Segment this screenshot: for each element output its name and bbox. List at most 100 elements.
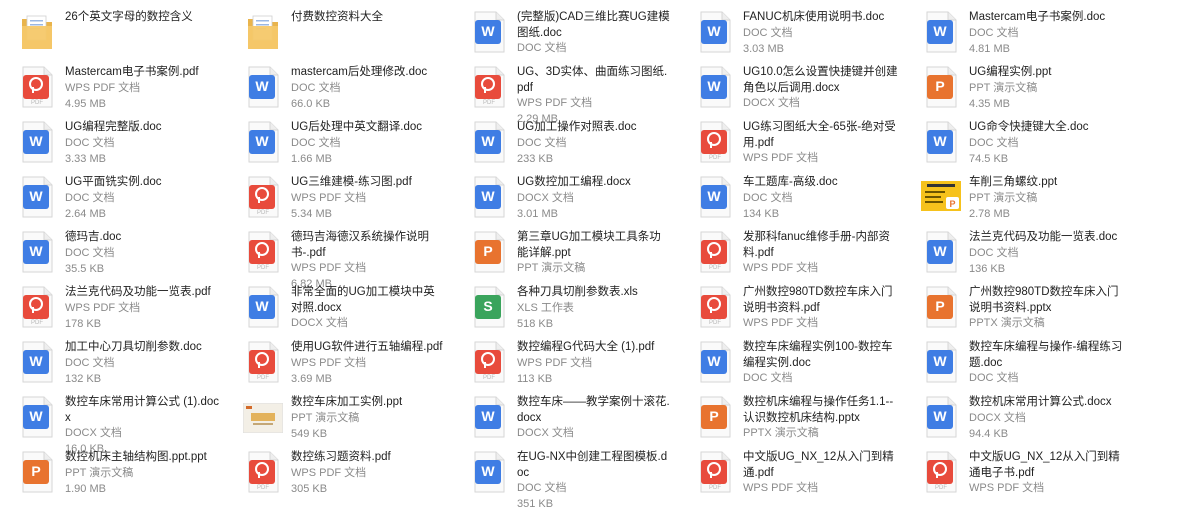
file-name: 非常全面的UG加工模块中英对照.docx [291, 286, 435, 314]
pdf-icon: PDF [698, 451, 732, 493]
ppt-icon: P [924, 286, 958, 328]
file-item[interactable]: PDF 中文版UG_NX_12从入门到精通.pdf WPS PDF 文档 [678, 446, 898, 502]
file-item[interactable]: W 加工中心刀具切削参数.doc DOC 文档 132 KB [0, 336, 220, 392]
file-item[interactable]: P 数控机床编程与操作任务1.1--认识数控机床结构.pptx PPTX 演示文稿 [678, 391, 898, 447]
svg-text:PDF: PDF [709, 320, 721, 326]
pdf-icon: PDF [472, 341, 506, 383]
file-name: UG平面铣实例.doc [65, 176, 162, 188]
svg-text:P: P [935, 78, 944, 94]
svg-text:PDF: PDF [483, 375, 495, 381]
pdf-icon: PDF [698, 286, 732, 328]
svg-text:P: P [709, 408, 718, 424]
svg-text:P: P [935, 298, 944, 314]
file-item[interactable]: W 数控车床——教学案例十滚花.docx DOCX 文档 [452, 391, 672, 447]
file-item[interactable]: PDF Mastercam电子书案例.pdf WPS PDF 文档 4.95 MB [0, 61, 220, 117]
ppt-thumbnail-icon: P [921, 181, 961, 223]
file-item[interactable]: W 数控车床常用计算公式 (1).docx DOCX 文档 16.0 KB [0, 391, 220, 455]
folder-icon [20, 11, 54, 53]
file-name: 车工题库-高级.doc [743, 176, 838, 188]
file-item[interactable]: S 各种刀具切削参数表.xls XLS 工作表 518 KB [452, 281, 672, 337]
file-item[interactable]: W FANUC机床使用说明书.doc DOC 文档 3.03 MB [678, 6, 898, 62]
file-name: 数控机床主轴结构图.ppt.ppt [65, 451, 207, 463]
pdf-icon: PDF [20, 66, 54, 108]
file-item[interactable]: W UG后处理中英文翻译.doc DOC 文档 1.66 MB [226, 116, 446, 172]
file-item[interactable]: P 广州数控980TD数控车床入门说明书资料.pptx PPTX 演示文稿 [904, 281, 1124, 337]
file-name: 德玛吉.doc [65, 231, 122, 243]
doc-icon: W [20, 396, 54, 438]
file-type: DOC 文档 [969, 27, 1019, 39]
file-name: UG练习图纸大全-65张-绝对受用.pdf [743, 121, 896, 149]
file-type: DOCX 文档 [743, 97, 800, 109]
file-item[interactable]: PDF UG练习图纸大全-65张-绝对受用.pdf WPS PDF 文档 [678, 116, 898, 172]
file-item[interactable]: Wmastercam后处理修改.doc DOC 文档 66.0 KB [226, 61, 446, 117]
file-item[interactable]: W UG10.0怎么设置快捷键并创建角色以后调用.docx DOCX 文档 [678, 61, 898, 117]
svg-text:W: W [29, 133, 43, 149]
file-size: 4.35 MB [969, 97, 1010, 110]
file-item[interactable]: W 数控车床编程与操作-编程练习题.doc DOC 文档 [904, 336, 1124, 392]
file-item[interactable]: W 数控机床常用计算公式.docx DOCX 文档 94.4 KB [904, 391, 1124, 447]
file-item[interactable]: P 第三章UG加工模块工具条功能详解.ppt PPT 演示文稿 [452, 226, 672, 282]
file-item[interactable]: PDF 数控编程G代码大全 (1).pdf WPS PDF 文档 113 KB [452, 336, 672, 392]
file-item[interactable]: W (完整版)CAD三维比赛UG建模图纸.doc DOC 文档 [452, 6, 672, 62]
file-item[interactable]: 26个英文字母的数控含义 [0, 6, 220, 62]
file-type: WPS PDF 文档 [291, 262, 367, 274]
file-size: 35.5 KB [65, 262, 105, 275]
file-name: UG命令快捷键大全.doc [969, 121, 1089, 133]
file-name: 德玛吉海德汉系统操作说明书-.pdf [291, 231, 429, 259]
file-size: 4.81 MB [969, 42, 1010, 55]
file-item[interactable]: W UG编程完整版.doc DOC 文档 3.33 MB [0, 116, 220, 172]
svg-text:PDF: PDF [483, 100, 495, 106]
file-type: WPS PDF 文档 [291, 357, 367, 369]
file-item[interactable]: W Mastercam电子书案例.doc DOC 文档 4.81 MB [904, 6, 1124, 62]
file-item[interactable]: W 法兰克代码及功能一览表.doc DOC 文档 136 KB [904, 226, 1124, 282]
file-item[interactable]: PDF 广州数控980TD数控车床入门说明书资料.pdf WPS PDF 文档 [678, 281, 898, 337]
file-item[interactable]: PDF 法兰克代码及功能一览表.pdf WPS PDF 文档 178 KB [0, 281, 220, 337]
file-type: WPS PDF 文档 [517, 357, 593, 369]
file-item[interactable]: W UG数控加工编程.docx DOCX 文档 3.01 MB [452, 171, 672, 227]
file-size: 233 KB [517, 152, 554, 165]
file-type: PPT 演示文稿 [969, 82, 1038, 94]
file-item[interactable]: W UG命令快捷键大全.doc DOC 文档 74.5 KB [904, 116, 1124, 172]
file-name: 各种刀具切削参数表.xls [517, 286, 638, 298]
file-size: 2.64 MB [65, 207, 106, 220]
file-size: 351 KB [517, 497, 554, 510]
file-item[interactable]: W 非常全面的UG加工模块中英对照.docx DOCX 文档 [226, 281, 446, 337]
file-type: PPT 演示文稿 [65, 467, 134, 479]
file-item[interactable]: W 在UG-NX中创建工程图模板.doc DOC 文档 351 KB [452, 446, 672, 510]
file-type: WPS PDF 文档 [65, 302, 141, 314]
doc-icon: W [472, 11, 506, 53]
file-item[interactable]: PDF 德玛吉海德汉系统操作说明书-.pdf WPS PDF 文档 6.82 MB [226, 226, 446, 290]
file-size: 132 KB [65, 372, 102, 385]
file-item[interactable]: P 数控机床主轴结构图.ppt.ppt PPT 演示文稿 1.90 MB [0, 446, 220, 502]
file-name: Mastercam电子书案例.doc [969, 11, 1106, 23]
pdf-icon: PDF [246, 451, 280, 493]
file-type: DOC 文档 [291, 82, 341, 94]
file-item[interactable]: W UG平面铣实例.doc DOC 文档 2.64 MB [0, 171, 220, 227]
file-item[interactable]: W 车工题库-高级.doc DOC 文档 134 KB [678, 171, 898, 227]
file-item[interactable]: PDF 中文版UG_NX_12从入门到精通电子书.pdf WPS PDF 文档 [904, 446, 1124, 502]
file-name: 车削三角螺纹.ppt [969, 176, 1058, 188]
file-type: DOC 文档 [517, 482, 567, 494]
file-size: 3.01 MB [517, 207, 558, 220]
file-type: WPS PDF 文档 [517, 97, 593, 109]
file-type: DOC 文档 [65, 357, 115, 369]
file-item[interactable]: PDF 数控练习题资料.pdf WPS PDF 文档 305 KB [226, 446, 446, 502]
file-item[interactable]: PDF 使用UG软件进行五轴编程.pdf WPS PDF 文档 3.69 MB [226, 336, 446, 392]
file-item[interactable]: P 车削三角螺纹.ppt PPT 演示文稿 2.78 MB [904, 171, 1124, 227]
file-name: 第三章UG加工模块工具条功能详解.ppt [517, 231, 661, 259]
file-item[interactable]: PDF 发那科fanuc维修手册-内部资料.pdf WPS PDF 文档 [678, 226, 898, 282]
doc-icon: W [472, 176, 506, 218]
svg-text:P: P [483, 243, 492, 259]
file-item[interactable]: 数控车床加工实例.ppt PPT 演示文稿 549 KB [226, 391, 446, 447]
file-item[interactable]: W 数控车床编程实例100-数控车编程实例.doc DOC 文档 [678, 336, 898, 392]
file-item[interactable]: W 德玛吉.doc DOC 文档 35.5 KB [0, 226, 220, 282]
file-item[interactable]: PDF UG、3D实体、曲面练习图纸.pdf WPS PDF 文档 2.29 MB [452, 61, 672, 125]
file-name: 数控编程G代码大全 (1).pdf [517, 341, 655, 353]
file-item[interactable]: PDF UG三维建模-练习图.pdf WPS PDF 文档 5.34 MB [226, 171, 446, 227]
file-type: DOC 文档 [517, 42, 567, 54]
doc-icon: W [924, 11, 958, 53]
file-item[interactable]: W UG加工操作对照表.doc DOC 文档 233 KB [452, 116, 672, 172]
file-item[interactable]: 付费数控资料大全 [226, 6, 446, 62]
file-item[interactable]: P UG编程实例.ppt PPT 演示文稿 4.35 MB [904, 61, 1124, 117]
svg-text:W: W [481, 463, 495, 479]
